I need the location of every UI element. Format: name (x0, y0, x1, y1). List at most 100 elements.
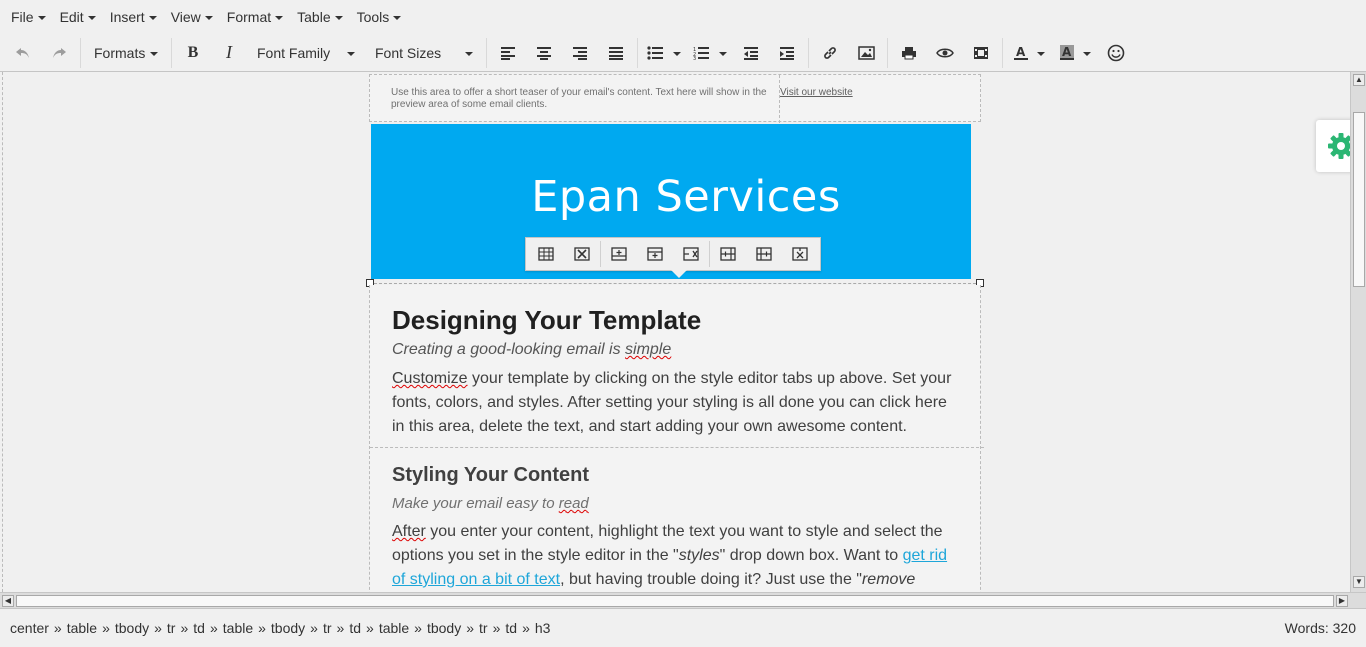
menu-format[interactable]: Format (220, 0, 290, 34)
menu-edit[interactable]: Edit (53, 0, 103, 34)
insert-col-after-button[interactable] (746, 241, 782, 267)
delete-row-button[interactable] (673, 241, 709, 267)
align-group (487, 37, 638, 68)
path-separator: » (414, 620, 422, 636)
caret-down-icon (673, 51, 681, 56)
path-item[interactable]: tr (323, 620, 332, 636)
formats-dropdown[interactable]: Formats (84, 38, 168, 68)
path-item[interactable]: tbody (115, 620, 149, 636)
media-button[interactable] (963, 38, 999, 68)
scroll-left-arrow-icon[interactable]: ◀ (2, 595, 14, 607)
scroll-right-arrow-icon[interactable]: ▶ (1336, 595, 1348, 607)
path-item[interactable]: table (379, 620, 409, 636)
insert-col-before-icon (720, 247, 736, 261)
menu-label: Table (297, 9, 331, 25)
path-item[interactable]: tbody (427, 620, 461, 636)
menu-label: View (170, 9, 201, 25)
path-item[interactable]: tr (479, 620, 488, 636)
path-item[interactable]: table (67, 620, 97, 636)
vertical-scroll-thumb[interactable] (1353, 112, 1365, 287)
delete-row-icon (683, 247, 699, 261)
header-title: Epan Services (531, 172, 841, 222)
align-justify-button[interactable] (598, 38, 634, 68)
indent-button[interactable] (769, 38, 805, 68)
redo-button[interactable] (41, 38, 77, 68)
font-sizes-dropdown[interactable]: Font Sizes (365, 38, 483, 68)
visit-website-link[interactable]: Visit our website (780, 87, 853, 98)
caret-down-icon (204, 16, 213, 20)
caret-down-icon (1083, 51, 1091, 56)
menu-view[interactable]: View (164, 0, 220, 34)
numbered-list-button[interactable]: 123 (687, 38, 733, 68)
outdent-button[interactable] (733, 38, 769, 68)
media-icon (974, 46, 988, 59)
delete-table-button[interactable] (564, 241, 600, 267)
emoticons-button[interactable] (1098, 38, 1134, 68)
bullet-list-button[interactable] (641, 38, 687, 68)
path-separator: » (336, 620, 345, 636)
delete-col-button[interactable] (782, 241, 818, 267)
text-color-button[interactable]: A (1006, 38, 1052, 68)
menu-insert[interactable]: Insert (103, 0, 164, 34)
preheader[interactable]: Use this area to offer a short teaser of… (369, 74, 981, 123)
menu-label: Edit (59, 9, 84, 25)
path-item[interactable]: table (223, 620, 253, 636)
table-group (528, 241, 601, 267)
table-props-button[interactable] (528, 241, 564, 267)
font-family-label: Font Family (257, 44, 331, 61)
bold-button[interactable]: B (175, 38, 211, 68)
undo-icon (16, 47, 29, 58)
caret-down-icon (148, 16, 157, 20)
insert-row-before-button[interactable] (601, 241, 637, 267)
path-item[interactable]: center (10, 620, 49, 636)
undo-button[interactable] (5, 38, 41, 68)
indent-icon (780, 46, 794, 60)
insert-row-after-icon (647, 247, 663, 261)
italic-button[interactable]: I (211, 38, 247, 68)
image-button[interactable] (848, 38, 884, 68)
print-icon (902, 46, 916, 59)
table-props-icon (538, 247, 554, 261)
guide-line (2, 72, 3, 592)
menu-file[interactable]: File (4, 0, 53, 34)
insert-col-before-button[interactable] (710, 241, 746, 267)
link-button[interactable] (812, 38, 848, 68)
path-item[interactable]: td (505, 620, 517, 636)
scroll-up-arrow-icon[interactable]: ▲ (1353, 74, 1365, 86)
path-item[interactable]: td (349, 620, 361, 636)
path-item[interactable]: td (193, 620, 205, 636)
editor-canvas[interactable]: Use this area to offer a short teaser of… (0, 72, 1350, 592)
font-family-dropdown[interactable]: Font Family (247, 38, 365, 68)
heading-designing: Designing Your Template (392, 305, 702, 335)
align-center-button[interactable] (526, 38, 562, 68)
background-color-button[interactable]: A (1052, 38, 1098, 68)
bold-icon: B (187, 43, 199, 61)
insert-col-after-icon (756, 247, 772, 261)
scroll-down-arrow-icon[interactable]: ▼ (1353, 576, 1365, 588)
align-right-button[interactable] (562, 38, 598, 68)
vertical-scrollbar[interactable]: ▲ ▼ (1350, 72, 1366, 592)
subheading-text: Make your email easy to (392, 495, 559, 512)
path-item[interactable]: h3 (535, 620, 551, 636)
view-group (888, 37, 1003, 68)
paragraph-text: your template by clicking on the style e… (392, 370, 952, 435)
path-separator: » (53, 620, 62, 636)
menu-table[interactable]: Table (290, 0, 349, 34)
misspelled-word: After (392, 523, 426, 540)
print-button[interactable] (891, 38, 927, 68)
subheading-styling: Make your email easy to read (392, 494, 962, 514)
bullet-list-icon (647, 45, 663, 60)
preview-button[interactable] (927, 38, 963, 68)
insert-row-after-button[interactable] (637, 241, 673, 267)
caret-down-icon (1037, 51, 1045, 56)
body-content-cell[interactable]: Designing Your Template Creating a good-… (369, 285, 984, 592)
align-left-button[interactable] (490, 38, 526, 68)
horizontal-scrollbar[interactable]: ◀ ▶ (0, 592, 1366, 608)
horizontal-scroll-thumb[interactable] (16, 595, 1334, 607)
caret-down-icon (465, 51, 473, 56)
caret-down-icon (37, 16, 46, 20)
path-item[interactable]: tbody (271, 620, 305, 636)
menu-tools[interactable]: Tools (350, 0, 409, 34)
path-item[interactable]: tr (167, 620, 176, 636)
toolbar: Formats B I Font Family Font Sizes 123 A… (0, 34, 1366, 72)
